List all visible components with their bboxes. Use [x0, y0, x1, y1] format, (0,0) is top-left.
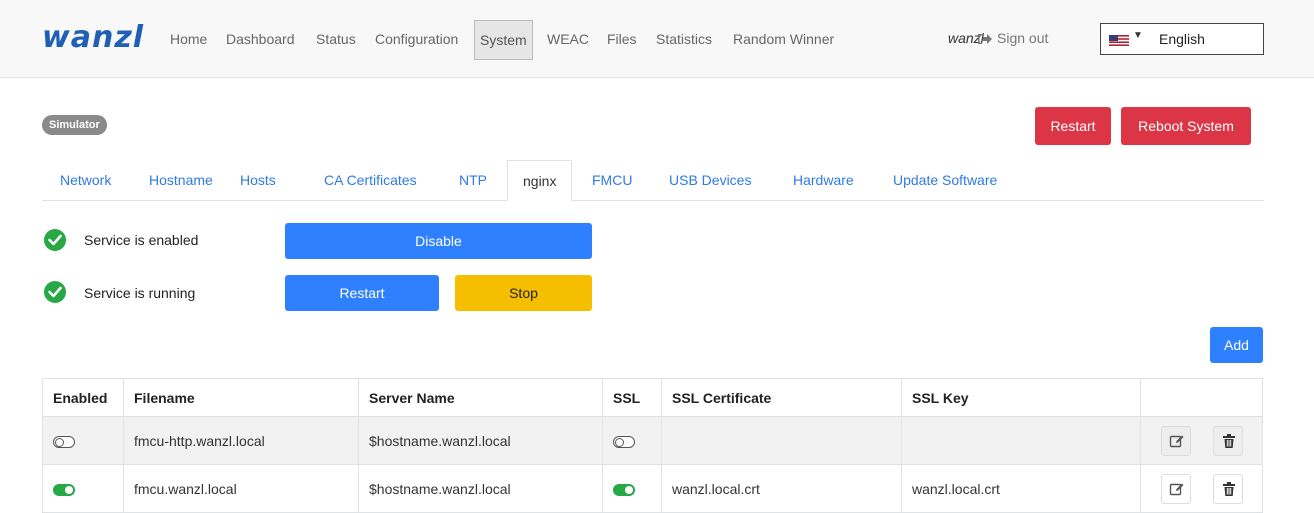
nav-files[interactable]: Files: [607, 20, 637, 60]
check-circle-icon: [44, 281, 66, 303]
column-header-filename: Filename: [123, 378, 359, 417]
service-running-label: Service is running: [84, 285, 196, 301]
ssl-cell: [602, 416, 662, 465]
column-header-server-name: Server Name: [358, 378, 603, 417]
service-restart-button[interactable]: Restart: [285, 275, 439, 311]
enabled-cell: [42, 464, 124, 513]
ssl-key-cell: [901, 416, 1141, 465]
us-flag-icon: [1109, 35, 1129, 46]
enabled-toggle[interactable]: [53, 435, 75, 448]
enabled-cell: [42, 416, 124, 465]
language-label: English: [1159, 31, 1205, 47]
nav-system[interactable]: System: [474, 20, 533, 60]
nav-dashboard[interactable]: Dashboard: [226, 20, 295, 60]
sign-out-label: Sign out: [997, 30, 1049, 46]
chevron-down-icon: ▼: [1133, 30, 1143, 41]
service-enabled-label: Service is enabled: [84, 232, 199, 248]
nav-statistics[interactable]: Statistics: [656, 20, 712, 60]
column-header-ssl-key: SSL Key: [901, 378, 1141, 417]
ssl-toggle[interactable]: [613, 435, 635, 448]
sign-out-link[interactable]: Sign out: [977, 30, 1048, 46]
simulator-badge: Simulator: [42, 115, 107, 135]
edit-icon: [1169, 435, 1184, 448]
edit-button[interactable]: [1161, 426, 1191, 456]
enabled-toggle[interactable]: [53, 483, 75, 496]
edit-button[interactable]: [1161, 474, 1191, 504]
ssl-certificate-cell: [661, 416, 902, 465]
stop-button[interactable]: Stop: [455, 275, 592, 311]
tab-nginx[interactable]: nginx: [507, 160, 573, 201]
restart-button[interactable]: Restart: [1035, 107, 1111, 145]
system-tabs: Network Hostname Hosts CA Certificates N…: [42, 160, 1264, 201]
delete-button[interactable]: [1213, 474, 1243, 504]
ssl-key-cell: wanzl.local.crt: [901, 464, 1141, 513]
check-circle-icon: [44, 229, 66, 251]
server-name-cell: $hostname.wanzl.local: [358, 416, 603, 465]
trash-icon: [1223, 482, 1235, 496]
top-navbar: wanzl Home Dashboard Status Configuratio…: [0, 0, 1314, 78]
actions-cell: [1140, 416, 1263, 465]
delete-button[interactable]: [1213, 426, 1243, 456]
sign-out-icon: [978, 34, 992, 44]
brand-logo[interactable]: wanzl: [42, 20, 144, 56]
tab-usb-devices[interactable]: USB Devices: [669, 160, 751, 201]
filename-cell: fmcu-http.wanzl.local: [123, 416, 359, 465]
language-select[interactable]: ▼ English: [1100, 23, 1264, 55]
table-header-row: Enabled Filename Server Name SSL SSL Cer…: [42, 378, 1263, 417]
trash-icon: [1223, 434, 1235, 448]
nav-configuration[interactable]: Configuration: [375, 20, 458, 60]
nav-status[interactable]: Status: [316, 20, 356, 60]
nav-weac[interactable]: WEAC: [547, 20, 589, 60]
table-row: fmcu.wanzl.local $hostname.wanzl.local w…: [42, 464, 1263, 513]
server-name-cell: $hostname.wanzl.local: [358, 464, 603, 513]
nginx-sites-table: Enabled Filename Server Name SSL SSL Cer…: [42, 378, 1263, 513]
table-row: fmcu-http.wanzl.local $hostname.wanzl.lo…: [42, 416, 1263, 465]
add-button[interactable]: Add: [1210, 327, 1263, 363]
column-header-enabled: Enabled: [42, 378, 124, 417]
edit-icon: [1169, 483, 1184, 496]
nav-home[interactable]: Home: [170, 20, 207, 60]
filename-cell: fmcu.wanzl.local: [123, 464, 359, 513]
tab-fmcu[interactable]: FMCU: [592, 160, 632, 201]
tab-hardware[interactable]: Hardware: [793, 160, 854, 201]
tab-hosts[interactable]: Hosts: [240, 160, 276, 201]
actions-cell: [1140, 464, 1263, 513]
column-header-ssl: SSL: [602, 378, 662, 417]
reboot-system-button[interactable]: Reboot System: [1121, 107, 1251, 145]
tab-hostname[interactable]: Hostname: [149, 160, 213, 201]
disable-button[interactable]: Disable: [285, 223, 592, 259]
column-header-actions: [1140, 378, 1263, 417]
ssl-toggle[interactable]: [613, 483, 635, 496]
tab-ntp[interactable]: NTP: [459, 160, 487, 201]
tab-ca-certificates[interactable]: CA Certificates: [324, 160, 417, 201]
column-header-ssl-certificate: SSL Certificate: [661, 378, 902, 417]
ssl-cell: [602, 464, 662, 513]
tab-update-software[interactable]: Update Software: [893, 160, 997, 201]
ssl-certificate-cell: wanzl.local.crt: [661, 464, 902, 513]
tab-network[interactable]: Network: [60, 160, 111, 201]
nav-random-winner[interactable]: Random Winner: [733, 20, 834, 60]
